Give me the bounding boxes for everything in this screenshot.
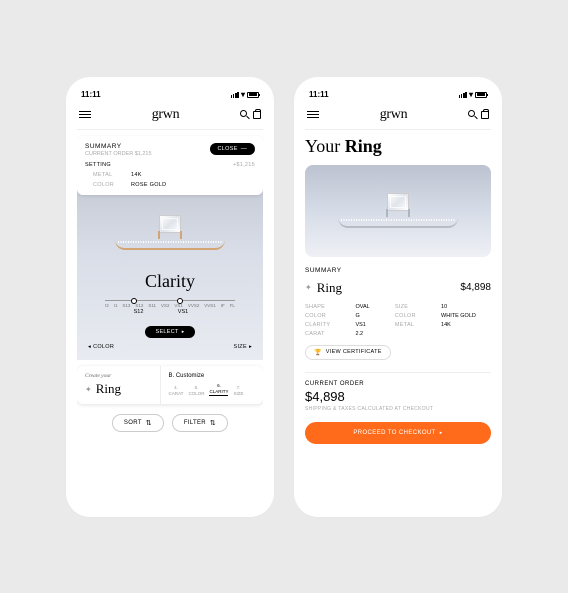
ring-preview: Clarity I2I1S13S12S11VS2VS1VVS2VVS1IFFL … <box>77 177 263 361</box>
color-key: COLOR <box>93 182 119 188</box>
range-high: VS1 <box>178 309 188 315</box>
spec-value: 14K <box>441 322 491 328</box>
select-button[interactable]: SELECT <box>145 326 194 338</box>
divider <box>305 372 491 373</box>
top-nav: grwn <box>77 105 263 130</box>
spec-key: CLARITY <box>305 322 345 328</box>
spec-value: VS1 <box>355 322 384 328</box>
content: SUMMARY CURRENT ORDER $1,215 CLOSE SETTI… <box>77 130 263 503</box>
config-title: Clarity <box>86 271 254 292</box>
ring-word: Ring <box>96 381 121 397</box>
clarity-slider[interactable]: I2I1S13S12S11VS2VS1VVS2VVS1IFFL S12VS1 <box>105 300 235 317</box>
summary-label: SUMMARY <box>85 143 152 150</box>
sparkle-icon: ✦ <box>85 385 92 394</box>
metal-value: 14K <box>131 172 142 178</box>
tick: IF <box>221 303 225 308</box>
tick: VVS1 <box>204 303 216 308</box>
filter-button[interactable]: FILTER⇅ <box>172 414 228 432</box>
ring-image <box>110 205 230 265</box>
sparkle-icon: ✦ <box>305 283 312 292</box>
tick: VS1 <box>174 303 183 308</box>
prev-step[interactable]: ◂ COLOR <box>88 344 114 350</box>
shipping-note: SHIPPING & TAXES CALCULATED AT CHECKOUT <box>305 406 491 412</box>
spec-value: WHITE GOLD <box>441 313 491 319</box>
tick: S12 <box>135 303 143 308</box>
color-value: ROSE GOLD <box>131 182 166 188</box>
bag-icon[interactable] <box>253 111 261 119</box>
summary-sub: CURRENT ORDER $1,215 <box>85 151 152 157</box>
progress-card: Create your ✦ Ring B. Customize 4.CARAT 5.… <box>77 366 263 404</box>
tick: VVS2 <box>188 303 200 308</box>
signal-icon <box>459 92 467 98</box>
order-price: $4,898 <box>305 389 491 404</box>
close-button[interactable]: CLOSE <box>210 143 255 155</box>
signal-icon <box>231 92 239 98</box>
wifi-icon: ▾ <box>241 91 245 99</box>
range-low: S12 <box>134 309 144 315</box>
tick: I2 <box>105 303 109 308</box>
summary-heading: SUMMARY <box>305 267 491 274</box>
status-bar: 11:11 ▾ <box>305 91 491 105</box>
phone-summary: 11:11 ▾ grwn Your Ring SUMMARY ✦ Ring $4,… <box>294 77 502 517</box>
bag-icon[interactable] <box>481 111 489 119</box>
checkout-button[interactable]: PROCEED TO CHECKOUT <box>305 422 491 444</box>
spec-key: SHAPE <box>305 304 345 310</box>
spec-key: METAL <box>395 322 431 328</box>
next-step[interactable]: SIZE ▸ <box>234 344 253 350</box>
content: Your Ring SUMMARY ✦ Ring $4,898 SHAPE OVAL… <box>305 130 491 503</box>
setting-label: SETTING <box>85 162 111 168</box>
setting-price: +$1,215 <box>233 162 255 168</box>
tick: VS2 <box>161 303 170 308</box>
sort-icon: ⇅ <box>146 419 152 427</box>
page-title: Your Ring <box>305 136 491 157</box>
product-price: $4,898 <box>460 282 491 293</box>
nav-right <box>240 111 261 119</box>
status-time: 11:11 <box>309 90 329 99</box>
tick: I1 <box>114 303 118 308</box>
status-icons: ▾ <box>231 91 259 99</box>
step-group: B. Customize <box>169 373 255 379</box>
step-size[interactable]: 7.SIZE <box>233 385 243 396</box>
step-carat[interactable]: 4.CARAT <box>169 385 184 396</box>
brand-logo[interactable]: grwn <box>152 107 180 123</box>
summary-card: SUMMARY CURRENT ORDER $1,215 CLOSE SETTI… <box>77 136 263 195</box>
battery-icon <box>247 92 259 98</box>
spec-value: 10 <box>441 304 491 310</box>
tick: S13 <box>122 303 130 308</box>
spec-key: SIZE <box>395 304 431 310</box>
step-clarity[interactable]: 6.CLARITY <box>209 383 228 396</box>
create-your: Create your <box>85 373 152 379</box>
spec-value: OVAL <box>355 304 384 310</box>
nav-right <box>468 111 489 119</box>
order-label: CURRENT ORDER <box>305 381 491 387</box>
spec-value: G <box>355 313 384 319</box>
filter-icon: ⇅ <box>210 419 216 427</box>
status-icons: ▾ <box>459 91 487 99</box>
spec-key: CARAT <box>305 331 345 337</box>
spec-value: 2.2 <box>355 331 384 337</box>
ring-hero <box>305 165 491 257</box>
tick: FL <box>230 303 235 308</box>
phone-configurator: 11:11 ▾ grwn SUMMARY CURRENT ORDER $1,21… <box>66 77 274 517</box>
ring-image <box>333 183 463 238</box>
view-certificate-button[interactable]: VIEW CERTIFICATE <box>305 345 391 360</box>
top-nav: grwn <box>305 105 491 130</box>
spec-key: COLOR <box>395 313 431 319</box>
menu-icon[interactable] <box>307 111 319 118</box>
sort-button[interactable]: SORT⇅ <box>112 414 164 432</box>
spec-key: COLOR <box>305 313 345 319</box>
menu-icon[interactable] <box>79 111 91 118</box>
brand-logo[interactable]: grwn <box>380 107 408 123</box>
wifi-icon: ▾ <box>469 91 473 99</box>
search-icon[interactable] <box>240 110 247 117</box>
status-bar: 11:11 ▾ <box>77 91 263 105</box>
battery-icon <box>475 92 487 98</box>
step-color[interactable]: 5.COLOR <box>188 385 204 396</box>
metal-key: METAL <box>93 172 119 178</box>
status-time: 11:11 <box>81 90 101 99</box>
search-icon[interactable] <box>468 110 475 117</box>
product-name: Ring <box>317 280 342 296</box>
tick: S11 <box>148 303 156 308</box>
